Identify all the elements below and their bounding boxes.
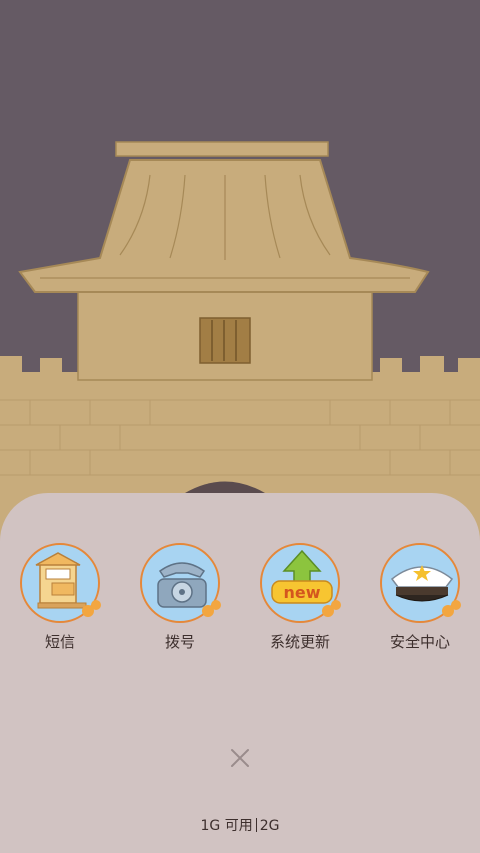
app-system-update[interactable]: new 系统更新 xyxy=(250,543,350,653)
app-label: 拨号 xyxy=(164,633,195,651)
storage-total: 2G xyxy=(259,818,280,834)
app-grid: 短信 拨号 new 系统更新 安全中心 xyxy=(0,543,480,663)
app-label: 短信 xyxy=(44,633,75,651)
app-label: 安全中心 xyxy=(389,633,450,651)
police-cap-icon xyxy=(380,543,461,623)
app-sms[interactable]: 短信 xyxy=(10,543,110,653)
storage-divider xyxy=(255,818,257,832)
close-icon xyxy=(231,749,249,767)
storage-free: 1G 可用 xyxy=(200,818,253,834)
close-button[interactable] xyxy=(225,743,255,773)
app-security-center[interactable]: 安全中心 xyxy=(370,543,470,653)
mailbox-icon xyxy=(20,543,101,623)
new-arrow-icon: new xyxy=(260,543,341,623)
telephone-icon xyxy=(140,543,221,623)
app-dialer[interactable]: 拨号 xyxy=(130,543,230,653)
app-label: 系统更新 xyxy=(269,633,330,651)
svg-text:new: new xyxy=(283,583,320,602)
storage-info: 1G 可用 2G xyxy=(0,815,480,835)
app-drawer-sheet: 短信 拨号 new 系统更新 安全中心 1G 可用 2G xyxy=(0,493,480,853)
